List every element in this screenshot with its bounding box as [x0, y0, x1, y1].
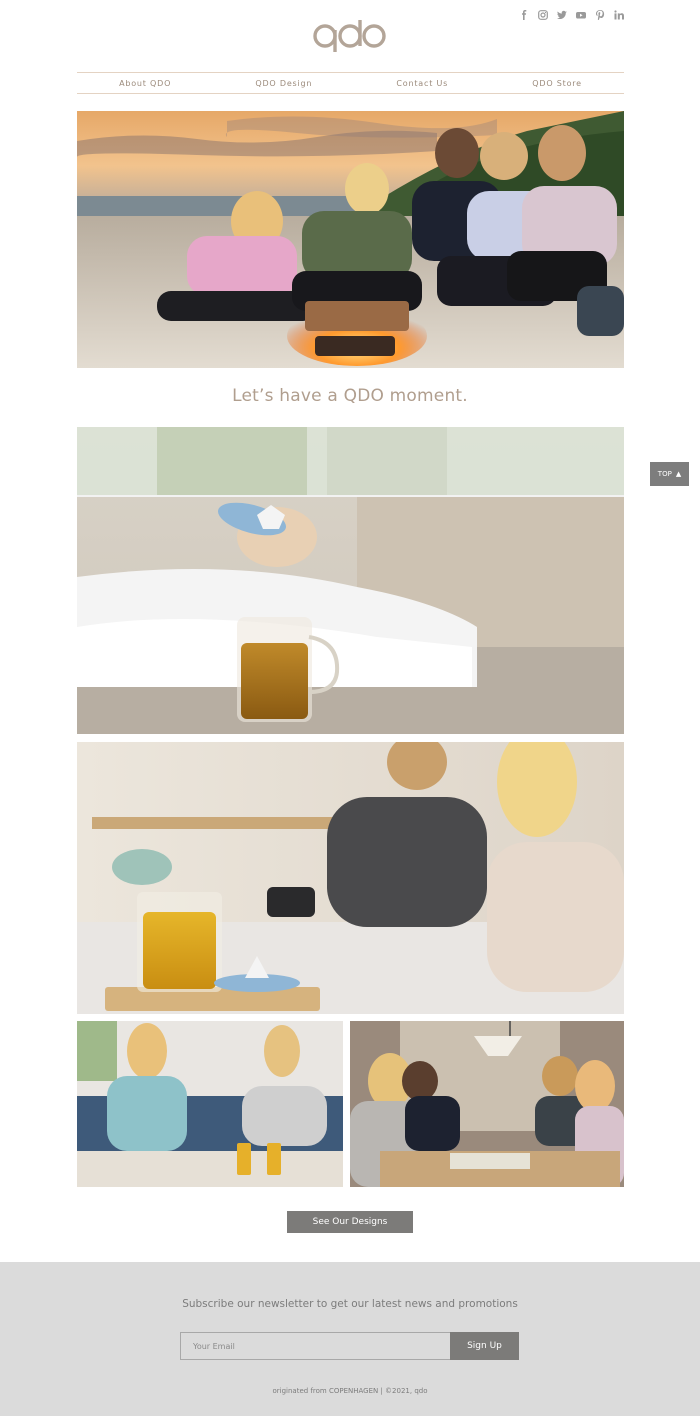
email-field[interactable] — [180, 1332, 452, 1360]
nav-item-design[interactable]: QDO Design — [255, 79, 312, 88]
main-nav: About QDO QDO Design Contact Us QDO Stor… — [77, 72, 624, 94]
tea-bedroom-image — [77, 427, 624, 734]
newsletter-footer: Subscribe our newsletter to get our late… — [0, 1262, 700, 1416]
qdo-logo-mark — [313, 20, 386, 52]
hero-image — [77, 111, 624, 368]
footer-credit: originated from COPENHAGEN | ©2021, qdo — [272, 1387, 428, 1395]
newsletter-headline: Subscribe our newsletter to get our late… — [182, 1298, 518, 1310]
top-label: TOP — [657, 470, 672, 478]
friends-sofa-image — [77, 1021, 343, 1187]
board-game-image — [350, 1021, 624, 1187]
tagline: Let’s have a QDO moment. — [232, 386, 468, 406]
nav-item-about[interactable]: About QDO — [119, 79, 171, 88]
chevron-up-icon: ▲ — [675, 470, 682, 478]
nav-item-store[interactable]: QDO Store — [532, 79, 582, 88]
see-designs-button[interactable]: See Our Designs — [287, 1211, 413, 1233]
nav-item-contact[interactable]: Contact Us — [396, 79, 448, 88]
logo[interactable] — [0, 18, 700, 54]
couple-tea-image — [77, 742, 624, 1014]
sign-up-button[interactable]: Sign Up — [450, 1332, 519, 1360]
scroll-top-button[interactable]: TOP ▲ — [650, 462, 689, 486]
